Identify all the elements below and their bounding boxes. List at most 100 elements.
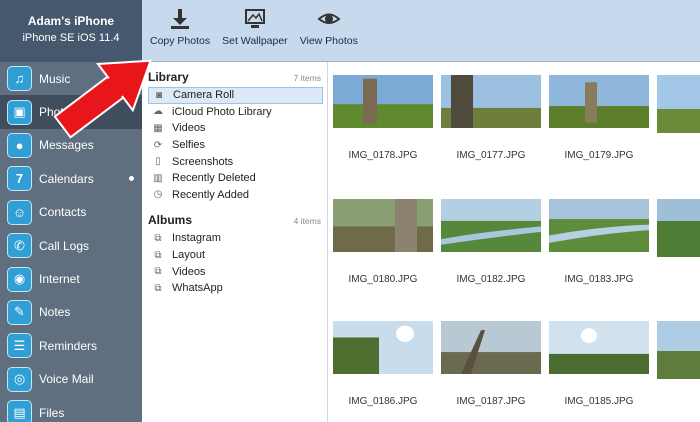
photo-thumbnail[interactable]: IMG_0182.JPG: [441, 199, 541, 285]
photo-image: [549, 199, 649, 252]
sidebar-item-voice-mail[interactable]: ◎ Voice Mail: [0, 363, 142, 396]
library-item-camera-roll[interactable]: ◙ Camera Roll: [148, 87, 323, 104]
library-item-recently-added[interactable]: ◷ Recently Added: [148, 187, 323, 204]
library-item-label: Selfies: [172, 139, 206, 152]
photo-thumbnail[interactable]: IMG_0185.JPG: [549, 321, 649, 407]
music-icon: ♫: [7, 66, 32, 92]
photo-thumbnail[interactable]: IMG_0180.JPG: [333, 199, 433, 285]
library-item-videos[interactable]: ▦ Videos: [148, 120, 323, 137]
sidebar-item-label: Calendars: [39, 171, 94, 186]
internet-icon: ◉: [7, 266, 32, 292]
photo-filename: IMG_0185.JPG: [564, 396, 634, 407]
library-item-label: Recently Added: [172, 188, 250, 201]
library-item-label: Videos: [172, 122, 206, 135]
sidebar-item-calendars[interactable]: 7 Calendars: [0, 162, 142, 195]
view-photos-button[interactable]: View Photos: [296, 0, 362, 47]
album-item-label: Instagram: [172, 232, 221, 245]
library-item-label: Recently Deleted: [172, 172, 256, 185]
sidebar-item-contacts[interactable]: ☺ Contacts: [0, 196, 142, 229]
sidebar-item-label: Contacts: [39, 205, 87, 220]
camera-icon: ◙: [155, 89, 163, 101]
photo-filename: IMG_0183.JPG: [564, 274, 634, 285]
photos-icon: ▣: [7, 99, 32, 125]
sidebar-item-music[interactable]: ♫ Music: [0, 62, 142, 95]
photo-thumbnail[interactable]: IMG_0183.JPG: [549, 199, 649, 285]
photo-filename: IMG_0177.JPG: [456, 150, 526, 161]
sidebar-item-label: Notes: [39, 305, 71, 320]
sidebar-item-files[interactable]: ▤ Files: [0, 396, 142, 422]
sidebar-item-label: Music: [39, 71, 71, 86]
photo-thumbnail[interactable]: IMG_0177.JPG: [441, 75, 541, 161]
set-wallpaper-label: Set Wallpaper: [222, 35, 288, 47]
calendar-icon: 7: [7, 166, 32, 192]
photo-image: [441, 75, 541, 128]
sidebar-item-label: Internet: [39, 272, 80, 287]
photo-filename: IMG_0182.JPG: [456, 274, 526, 285]
photo-image: [333, 75, 433, 128]
sidebar-item-notes[interactable]: ✎ Notes: [0, 296, 142, 329]
photo-image: [333, 321, 433, 374]
library-item-label: Camera Roll: [173, 89, 235, 102]
library-item-recently-deleted[interactable]: ▥ Recently Deleted: [148, 170, 323, 187]
photo-image: [549, 321, 649, 374]
photo-thumbnail[interactable]: [657, 321, 700, 407]
photo-image: [441, 199, 541, 252]
wallpaper-icon: [242, 6, 268, 32]
film-icon: ▦: [153, 122, 163, 134]
library-item-label: iCloud Photo Library: [172, 105, 272, 118]
photo-thumbnail[interactable]: IMG_0178.JPG: [333, 75, 433, 161]
albums-header: Albums 4 items: [148, 213, 323, 230]
library-item-icloud[interactable]: ☁ iCloud Photo Library: [148, 104, 323, 121]
library-item-label: Screenshots: [172, 155, 234, 168]
clock-icon: ◷: [153, 189, 163, 201]
contacts-icon: ☺: [7, 199, 32, 225]
sidebar-item-label: Messages: [39, 138, 94, 153]
albums-count: 4 items: [293, 216, 321, 227]
sidebar-item-internet[interactable]: ◉ Internet: [0, 262, 142, 295]
library-title: Library: [148, 70, 189, 84]
library-item-selfies[interactable]: ⟳ Selfies: [148, 137, 323, 154]
album-item-videos[interactable]: ⧉ Videos: [148, 263, 323, 280]
category-panel: Library 7 items ◙ Camera Roll ☁ iCloud P…: [142, 62, 328, 422]
messages-icon: ●: [7, 132, 32, 158]
album-item-label: Layout: [172, 249, 206, 262]
photo-thumbnail[interactable]: [657, 199, 700, 285]
albums-title: Albums: [148, 213, 193, 228]
reminders-icon: ☰: [7, 333, 32, 359]
trash-icon: ▥: [153, 172, 163, 184]
album-item-layout[interactable]: ⧉ Layout: [148, 247, 323, 264]
photo-image: [333, 199, 433, 252]
sidebar-item-reminders[interactable]: ☰ Reminders: [0, 329, 142, 362]
photo-thumbnail[interactable]: IMG_0187.JPG: [441, 321, 541, 407]
photo-thumbnail[interactable]: IMG_0179.JPG: [549, 75, 649, 161]
copy-photos-label: Copy Photos: [150, 35, 211, 47]
library-header: Library 7 items: [148, 70, 323, 87]
photo-image: [657, 75, 700, 133]
set-wallpaper-button[interactable]: Set Wallpaper: [218, 0, 292, 47]
album-icon: ⧉: [154, 232, 162, 244]
photo-thumbnail[interactable]: IMG_0186.JPG: [333, 321, 433, 407]
sidebar-item-photos[interactable]: ▣ Photos: [0, 95, 142, 129]
photo-thumbnail[interactable]: [657, 75, 700, 161]
copy-photos-button[interactable]: Copy Photos: [146, 0, 214, 47]
notes-icon: ✎: [7, 299, 32, 325]
selfie-icon: ⟳: [153, 139, 163, 151]
library-item-screenshots[interactable]: ▯ Screenshots: [148, 153, 323, 170]
album-item-label: Videos: [172, 265, 206, 278]
voicemail-icon: ◎: [7, 366, 32, 392]
sidebar-item-messages[interactable]: ● Messages: [0, 129, 142, 162]
sync-dot: [129, 176, 134, 182]
cloud-icon: ☁: [153, 106, 163, 118]
sidebar-item-label: Photos: [39, 105, 77, 120]
download-icon: [167, 6, 193, 32]
sidebar-item-call-logs[interactable]: ✆ Call Logs: [0, 229, 142, 262]
photo-image: [549, 75, 649, 128]
album-icon: ⧉: [154, 282, 162, 294]
screenshot-icon: ▯: [155, 156, 161, 168]
phone-icon: ✆: [7, 233, 32, 259]
album-item-whatsapp[interactable]: ⧉ WhatsApp: [148, 280, 323, 297]
album-item-instagram[interactable]: ⧉ Instagram: [148, 230, 323, 247]
files-icon: ▤: [7, 400, 32, 422]
photo-filename: IMG_0178.JPG: [348, 150, 418, 161]
photo-filename: IMG_0180.JPG: [348, 274, 418, 285]
